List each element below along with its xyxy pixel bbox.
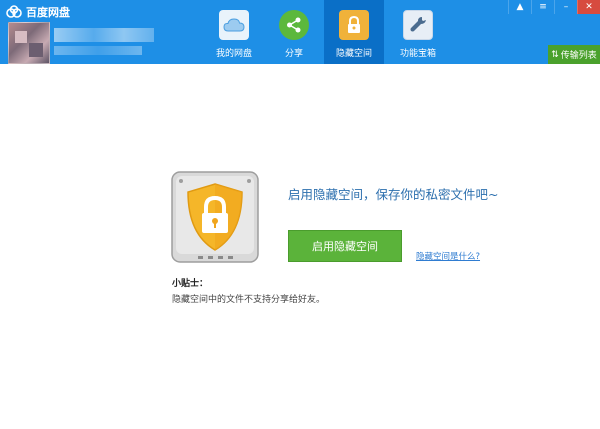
user-info-blurred	[54, 46, 142, 55]
bell-icon[interactable]: ▲	[508, 0, 531, 14]
what-is-hidden-space-link[interactable]: 隐藏空间是什么?	[416, 250, 480, 262]
minimize-icon[interactable]: –	[554, 0, 577, 14]
tab-label: 分享	[284, 49, 303, 59]
transfer-arrows-icon: ⇅	[551, 49, 559, 60]
tab-share[interactable]: 分享	[264, 0, 324, 64]
cloud-logo-icon	[6, 5, 22, 18]
enable-hidden-space-button[interactable]: 启用隐藏空间	[288, 230, 402, 262]
close-icon[interactable]: ✕	[577, 0, 600, 14]
tips-title: 小贴士：	[172, 279, 209, 289]
app-brand: 百度网盘	[6, 4, 70, 20]
lock-icon	[339, 10, 369, 40]
transfer-label: 传输列表	[560, 51, 597, 61]
transfer-list-button[interactable]: ⇅ 传输列表	[548, 45, 600, 64]
top-bar: 百度网盘 我的网盘 分享 隐藏空间 功能宝箱 ▲ ≡ – ✕ ⇅ 传输列表	[0, 0, 600, 64]
menu-icon[interactable]: ≡	[531, 0, 554, 14]
window-controls: ▲ ≡ – ✕	[508, 0, 600, 14]
tips-text: 隐藏空间中的文件不支持分享给好友。	[172, 295, 326, 305]
tab-my-disk[interactable]: 我的网盘	[204, 0, 264, 64]
hidden-space-headline: 启用隐藏空间，保存你的私密文件吧~	[288, 187, 499, 202]
tab-label: 我的网盘	[215, 49, 252, 59]
username-blurred	[54, 28, 154, 42]
share-icon	[279, 10, 309, 40]
tab-label: 隐藏空间	[335, 49, 372, 59]
hidden-space-safe-icon	[171, 171, 259, 263]
tab-hidden-space[interactable]: 隐藏空间	[324, 0, 384, 64]
avatar[interactable]	[8, 22, 50, 64]
cloud-icon	[219, 10, 249, 40]
tab-toolbox[interactable]: 功能宝箱	[388, 0, 448, 64]
wrench-icon	[403, 10, 433, 40]
tab-label: 功能宝箱	[399, 49, 436, 59]
app-title: 百度网盘	[26, 6, 70, 19]
